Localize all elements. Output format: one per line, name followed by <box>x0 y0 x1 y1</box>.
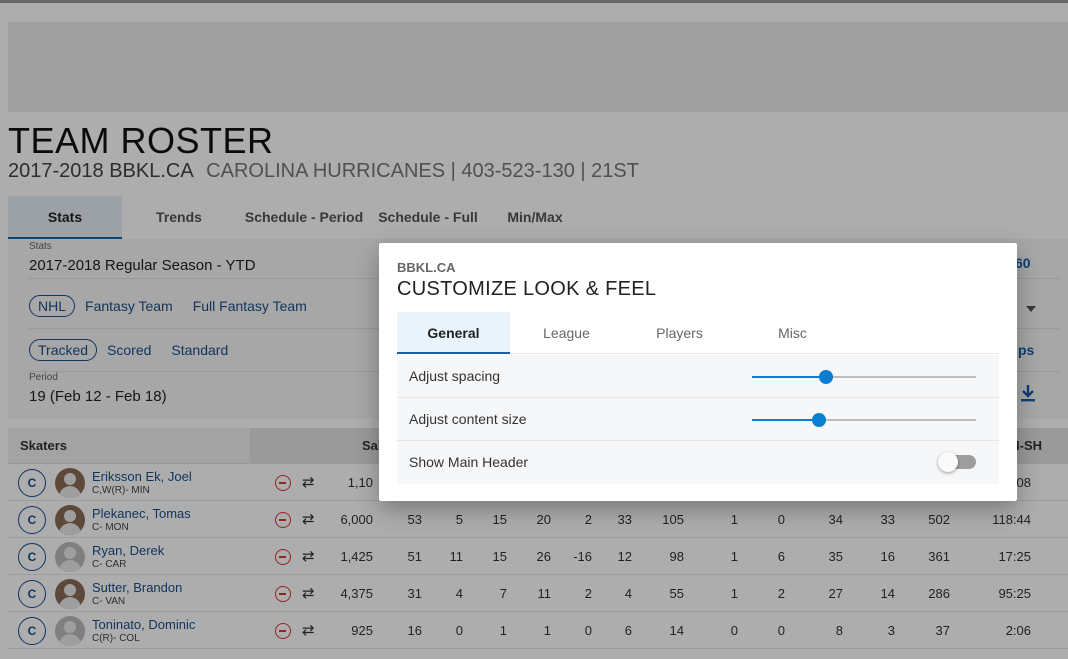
general-settings: Adjust spacing Adjust content size Show … <box>397 355 999 484</box>
slider-thumb[interactable] <box>818 370 833 384</box>
modal-tabs: General League Players Misc <box>397 312 999 354</box>
modal-tab-general[interactable]: General <box>397 312 510 354</box>
slider-fill <box>752 376 826 378</box>
setting-label: Adjust content size <box>409 411 527 427</box>
setting-label: Show Main Header <box>409 454 529 470</box>
slider-fill <box>752 419 820 421</box>
setting-show-main-header: Show Main Header <box>397 441 999 484</box>
modal-brand: BBKL.CA <box>397 260 456 275</box>
slider-thumb[interactable] <box>812 413 827 427</box>
show-main-header-toggle[interactable] <box>938 452 976 472</box>
setting-adjust-content-size: Adjust content size <box>397 398 999 441</box>
content-size-slider[interactable] <box>752 413 976 427</box>
toggle-knob[interactable] <box>938 452 958 472</box>
modal-tab-players[interactable]: Players <box>623 312 736 354</box>
modal-tab-league[interactable]: League <box>510 312 623 354</box>
setting-label: Adjust spacing <box>409 368 501 384</box>
customize-dialog: BBKL.CA CUSTOMIZE LOOK & FEEL General Le… <box>379 243 1017 501</box>
modal-title: CUSTOMIZE LOOK & FEEL <box>397 278 657 300</box>
modal-tab-misc[interactable]: Misc <box>736 312 849 354</box>
spacing-slider[interactable] <box>752 370 976 384</box>
setting-adjust-spacing: Adjust spacing <box>397 355 999 398</box>
